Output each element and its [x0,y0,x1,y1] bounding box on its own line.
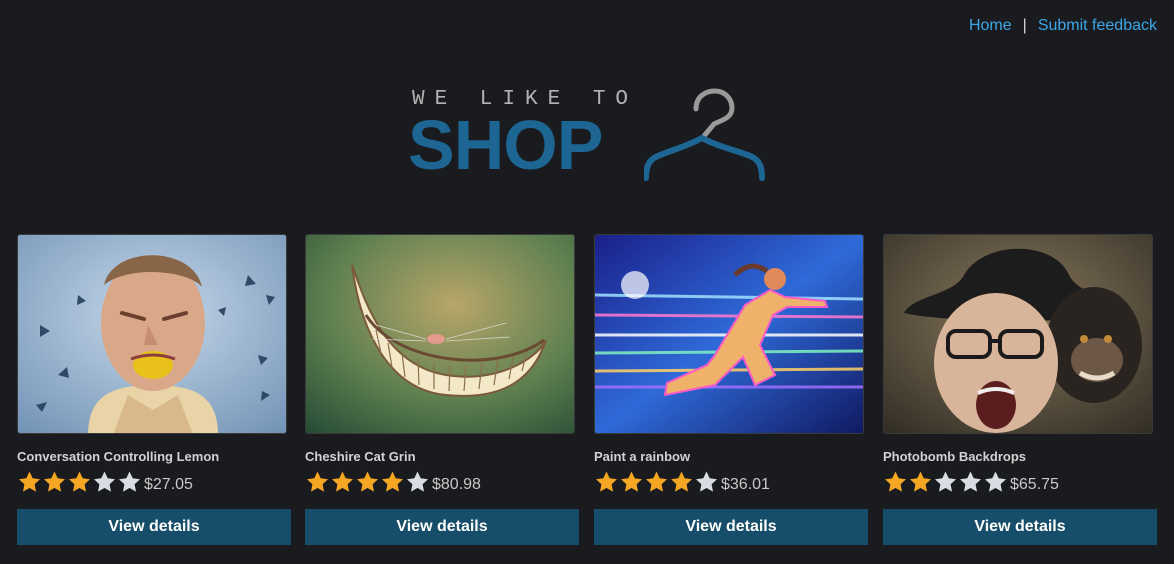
shop-logo[interactable]: WE LIKE TO SHOP [408,86,766,186]
star-rating: $65.75 [883,470,1059,494]
product-price: $27.05 [144,476,193,493]
product-image[interactable] [883,234,1153,434]
star-filled-icon [671,471,692,492]
star-filled-icon [910,471,931,492]
star-filled-icon [885,471,906,492]
top-nav: Home | Submit feedback [969,17,1157,35]
product-price: $80.98 [432,476,481,493]
star-rating: $36.01 [594,470,770,494]
product-card: Photobomb Backdrops $65.75 View details [883,234,1157,546]
view-details-button[interactable]: View details [883,509,1157,545]
star-rating: $80.98 [305,470,481,494]
product-price: $65.75 [1010,476,1059,493]
star-empty-icon [935,471,956,492]
star-filled-icon [19,471,40,492]
product-title: Photobomb Backdrops [883,449,1027,464]
star-empty-icon [696,471,717,492]
star-empty-icon [985,471,1006,492]
product-card: Conversation Controlling Lemon $27.05 Vi… [17,234,291,546]
product-card: Paint a rainbow $36.01 View details [594,234,868,546]
star-filled-icon [382,471,403,492]
star-rating: $27.05 [17,470,193,494]
star-filled-icon [44,471,65,492]
star-filled-icon [307,471,328,492]
product-image[interactable] [17,234,287,434]
star-empty-icon [407,471,428,492]
star-empty-icon [960,471,981,492]
product-title: Paint a rainbow [594,449,691,464]
product-grid: Conversation Controlling Lemon $27.05 Vi… [17,234,1157,546]
view-details-button[interactable]: View details [305,509,579,545]
star-filled-icon [596,471,617,492]
hanger-icon [644,88,765,181]
product-price: $36.01 [721,476,770,493]
view-details-button[interactable]: View details [594,509,868,545]
star-filled-icon [69,471,90,492]
star-filled-icon [332,471,353,492]
logo-wordmark: SHOP [408,106,603,184]
product-image[interactable] [594,234,864,434]
star-empty-icon [119,471,140,492]
product-card: Cheshire Cat Grin $80.98 View details [305,234,579,546]
star-filled-icon [357,471,378,492]
view-details-button[interactable]: View details [17,509,291,545]
star-filled-icon [646,471,667,492]
page: Home | Submit feedback WE LIKE TO SHOP C… [0,0,1174,564]
product-image[interactable] [305,234,575,434]
nav-separator: | [1022,17,1027,34]
home-link[interactable]: Home [969,17,1012,35]
star-empty-icon [94,471,115,492]
product-title: Conversation Controlling Lemon [17,449,220,464]
product-title: Cheshire Cat Grin [305,449,416,464]
submit-feedback-link[interactable]: Submit feedback [1038,17,1157,35]
star-filled-icon [621,471,642,492]
